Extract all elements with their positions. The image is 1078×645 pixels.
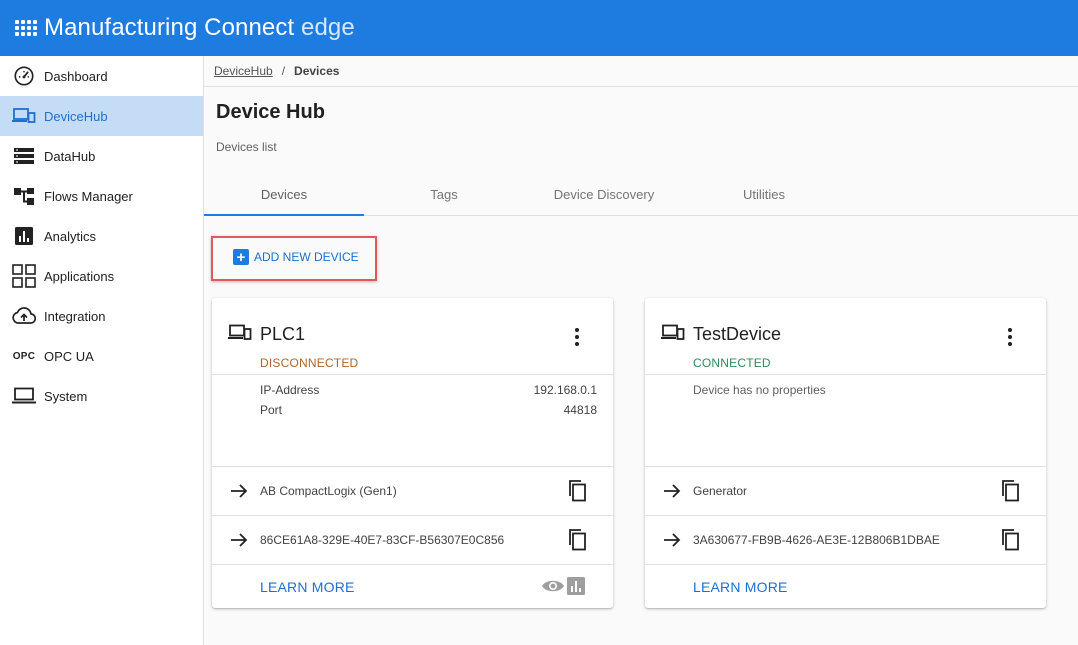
sidebar-item-label: Analytics [44,228,97,244]
arrow-right-icon [230,482,248,505]
sidebar-item-devicehub[interactable]: DeviceHub [0,96,203,136]
app-title: Manufacturing Connect edge [44,14,355,42]
sidebar-item-label: DeviceHub [44,108,108,124]
property-row: Port 44818 [260,400,597,420]
sidebar-item-applications[interactable]: Applications [0,256,203,296]
breadcrumb-separator: / [281,64,286,78]
device-driver: Generator [693,484,748,498]
more-vert-icon[interactable] [1000,326,1020,348]
device-driver-row: AB CompactLogix (Gen1) [212,466,613,515]
device-status: DISCONNECTED [260,356,359,370]
tab-tags[interactable]: Tags [364,174,524,215]
app-title-suffix: edge [294,14,355,41]
device-card-header: TestDevice CONNECTED [645,298,1046,375]
sidebar-item-label: DataHub [44,148,96,164]
property-row: IP-Address 192.168.0.1 [260,380,597,400]
tab-device-discovery[interactable]: Device Discovery [524,174,684,215]
sidebar-item-analytics[interactable]: Analytics [0,216,203,256]
laptop-icon [12,384,36,408]
dashboard-gauge-icon [12,64,36,88]
sidebar-item-flows-manager[interactable]: Flows Manager [0,176,203,216]
device-name: PLC1 [260,324,306,344]
cloud-upload-icon [12,304,36,328]
sidebar: Dashboard DeviceHub DataHub Flows Manage… [0,56,204,645]
main-content: DeviceHub / Devices Device Hub Devices l… [204,56,1078,645]
add-new-device-button[interactable]: + ADD NEW DEVICE [233,249,359,265]
device-card-footer: LEARN MORE [212,564,613,608]
learn-more-link[interactable]: LEARN MORE [260,579,355,595]
device-driver: AB CompactLogix (Gen1) [260,484,397,498]
tab-utilities[interactable]: Utilities [684,174,844,215]
learn-more-link[interactable]: LEARN MORE [693,579,788,595]
device-card-plc1: PLC1 DISCONNECTED IP-Address 192.168.0.1… [212,298,613,608]
property-value: 44818 [563,403,597,417]
page-title: Device Hub [216,101,325,123]
more-vert-icon[interactable] [567,326,587,348]
arrow-right-icon [663,482,681,505]
storage-icon [12,144,36,168]
no-properties-text: Device has no properties [693,383,826,397]
sidebar-item-label: Dashboard [44,68,108,84]
property-value: 192.168.0.1 [533,383,597,397]
copy-icon[interactable] [1000,479,1020,508]
apps-grid-icon[interactable] [15,17,37,39]
device-driver-row: Generator [645,466,1046,515]
sidebar-item-label: System [44,388,88,404]
copy-icon[interactable] [567,528,587,557]
arrow-right-icon [230,531,248,554]
breadcrumb: DeviceHub / Devices [204,56,1078,87]
analytics-icon [12,224,36,248]
flow-icon [12,184,36,208]
devices-icon [12,104,36,128]
plus-box-icon: + [233,249,249,265]
opc-text-icon: OPC [12,350,36,362]
sidebar-item-opc-ua[interactable]: OPC OPC UA [0,336,203,376]
device-card-testdevice: TestDevice CONNECTED Device has no prope… [645,298,1046,608]
device-card-header: PLC1 DISCONNECTED [212,298,613,375]
sidebar-item-label: OPC UA [44,348,94,364]
device-properties: IP-Address 192.168.0.1 Port 44818 [260,380,597,420]
arrow-right-icon [663,531,681,554]
sidebar-item-datahub[interactable]: DataHub [0,136,203,176]
copy-icon[interactable] [567,479,587,508]
device-id: 3A630677-FB9B-4626-AE3E-12B806B1DBAE [693,533,940,547]
copy-icon[interactable] [1000,528,1020,557]
sidebar-item-dashboard[interactable]: Dashboard [0,56,203,96]
property-key: Port [260,403,283,417]
eye-icon[interactable] [541,578,565,599]
sidebar-item-label: Integration [44,308,106,324]
tab-devices[interactable]: Devices [204,174,364,216]
analytics-icon[interactable] [567,577,585,600]
device-status: CONNECTED [693,356,771,370]
device-icon [228,324,252,347]
add-new-device-label: ADD NEW DEVICE [254,250,359,264]
sidebar-item-integration[interactable]: Integration [0,296,203,336]
sidebar-item-label: Applications [44,268,115,284]
device-id-row: 3A630677-FB9B-4626-AE3E-12B806B1DBAE [645,515,1046,564]
breadcrumb-link-devicehub[interactable]: DeviceHub [214,64,273,78]
device-id: 86CE61A8-329E-40E7-83CF-B56307E0C856 [260,533,505,547]
property-key: IP-Address [260,383,320,397]
device-id-row: 86CE61A8-329E-40E7-83CF-B56307E0C856 [212,515,613,564]
device-name: TestDevice [693,324,782,344]
sidebar-item-system[interactable]: System [0,376,203,416]
tab-bar: Devices Tags Device Discovery Utilities [204,174,1078,216]
breadcrumb-current: Devices [294,64,340,78]
device-properties: Device has no properties [693,380,1030,400]
page-subtitle: Devices list [216,140,277,154]
device-icon [661,324,685,347]
app-header: Manufacturing Connect edge [0,0,1078,56]
app-title-main: Manufacturing Connect [44,14,295,41]
add-device-highlight: + ADD NEW DEVICE [211,236,377,281]
sidebar-item-label: Flows Manager [44,188,133,204]
device-card-footer: LEARN MORE [645,564,1046,608]
apps-icon [12,264,36,288]
